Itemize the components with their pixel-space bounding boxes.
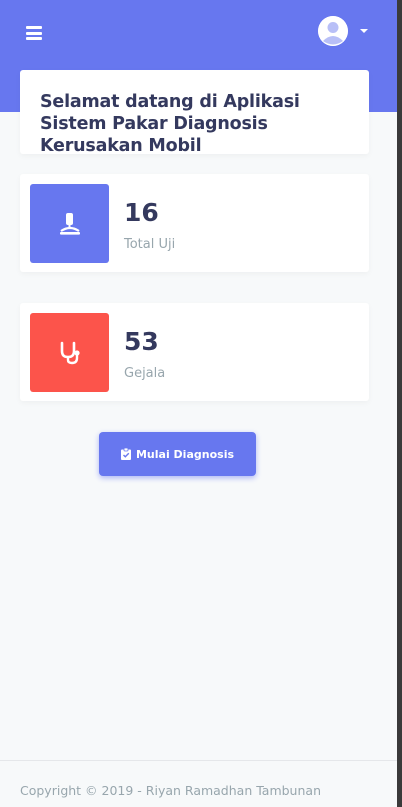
clipboard-check-icon <box>120 448 131 460</box>
user-menu[interactable] <box>318 16 370 48</box>
welcome-title: Selamat datang di Aplikasi Sistem Pakar … <box>40 92 300 156</box>
footer-divider <box>0 760 397 761</box>
footer-copyright: Copyright © 2019 - Riyan Ramadhan Tambun… <box>20 783 321 798</box>
stat-label: Total Uji <box>124 237 176 252</box>
window-edge <box>397 0 402 807</box>
user-avatar-icon[interactable] <box>318 16 348 46</box>
stat-card-gejala: 53 Gejala <box>20 303 369 401</box>
start-diagnosis-label: Mulai Diagnosis <box>135 447 235 461</box>
stat-value: 16 <box>124 198 159 227</box>
welcome-card: Selamat datang di Aplikasi Sistem Pakar … <box>20 70 369 156</box>
stethoscope-icon <box>60 341 80 365</box>
hamburger-icon[interactable] <box>26 26 42 40</box>
start-diagnosis-button[interactable]: Mulai Diagnosis <box>99 432 256 476</box>
stat-card-total-uji: 16 Total Uji <box>20 174 369 272</box>
stat-label: Gejala <box>124 366 166 381</box>
caret-down-icon[interactable] <box>360 29 368 33</box>
stat-value: 53 <box>124 327 159 356</box>
stat-icon-box <box>30 184 109 263</box>
stat-icon-box <box>30 313 109 392</box>
microscope-icon <box>60 213 80 235</box>
